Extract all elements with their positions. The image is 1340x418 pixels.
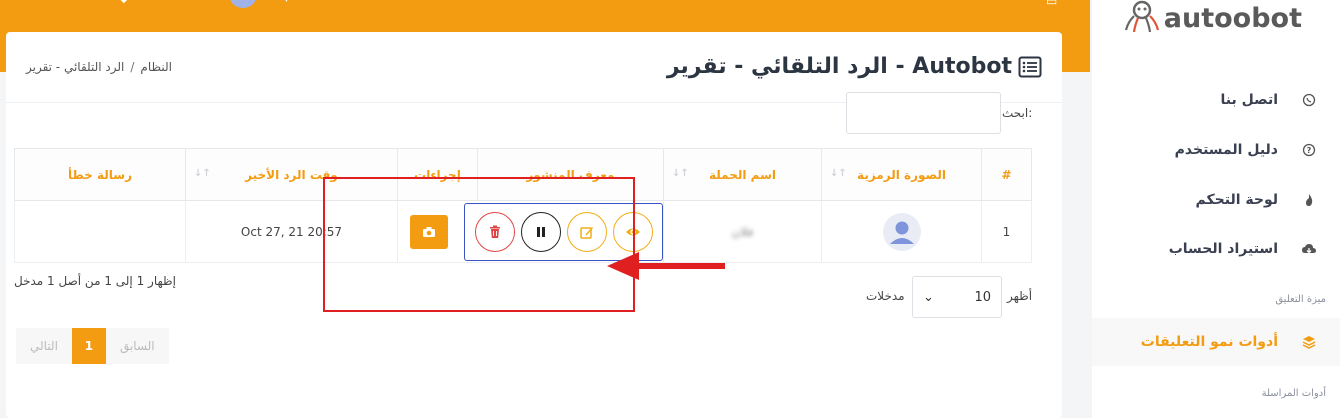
cell-avatar bbox=[821, 200, 982, 263]
sidebar: autoobot اتصل بنا ? دليل المستخدم لوحة ا… bbox=[1092, 0, 1340, 418]
page-size-label: أظهر bbox=[1007, 289, 1033, 303]
column-header-index[interactable]: # bbox=[981, 148, 1032, 201]
page-size-value: 10 bbox=[974, 289, 991, 305]
user-avatar-mini[interactable] bbox=[230, 0, 256, 8]
next-page-button[interactable]: التالي bbox=[16, 328, 72, 364]
sidebar-item-label: دليل المستخدم bbox=[1174, 142, 1278, 158]
user-avatar-icon bbox=[883, 213, 920, 250]
search-input[interactable] bbox=[846, 92, 1001, 134]
campaign-name: فلان bbox=[731, 224, 754, 239]
column-header-error: رسالة خطأ bbox=[14, 148, 186, 201]
brand-logo[interactable]: autoobot bbox=[1122, 0, 1302, 36]
cloud-download-icon bbox=[1300, 240, 1318, 258]
page-title-text: Autobot - الرد التلقائي - تقرير bbox=[666, 54, 1012, 79]
sort-icon[interactable]: ↑↓ bbox=[830, 168, 847, 179]
sidebar-item-label: لوحة التحكم bbox=[1195, 192, 1278, 208]
page-title: Autobot - الرد التلقائي - تقرير bbox=[667, 54, 1042, 79]
annotation-arrow-icon bbox=[607, 252, 725, 280]
page-button-current[interactable]: 1 bbox=[71, 328, 106, 364]
table-info: إظهار 1 إلى 1 من أصل 1 مدخل bbox=[14, 274, 176, 288]
sidebar-item-label: استيراد الحساب bbox=[1168, 241, 1278, 257]
cell-error bbox=[14, 200, 186, 263]
section-label-comments: ميزة التعليق bbox=[1275, 294, 1326, 305]
column-header-label: الصورة الرمزية bbox=[857, 167, 946, 182]
sidebar-item-import-account[interactable]: استيراد الحساب bbox=[1092, 229, 1340, 269]
sidebar-item-dashboard[interactable]: لوحة التحكم bbox=[1092, 180, 1340, 220]
notification-icon[interactable]: ▭ bbox=[1046, 0, 1057, 8]
sidebar-item-comment-growth-tools[interactable]: أدوات نمو التعليقات bbox=[1092, 318, 1340, 366]
octopus-logo-icon bbox=[1124, 0, 1159, 33]
help-circle-icon: ? bbox=[1300, 141, 1318, 159]
sidebar-item-contact[interactable]: اتصل بنا bbox=[1092, 80, 1340, 120]
menu-icon[interactable]: ◆ bbox=[120, 0, 128, 5]
highlight-annotation-box bbox=[323, 177, 635, 312]
breadcrumb: النظام / الرد التلقائي - تقرير bbox=[26, 60, 172, 74]
sidebar-item-label: أدوات نمو التعليقات bbox=[1140, 334, 1278, 350]
svg-text:?: ? bbox=[1307, 146, 1312, 155]
sidebar-item-user-guide[interactable]: ? دليل المستخدم bbox=[1092, 130, 1340, 170]
cell-index: 1 bbox=[981, 200, 1032, 263]
whatsapp-icon bbox=[1300, 91, 1318, 109]
flame-icon bbox=[1300, 191, 1318, 209]
sort-icon[interactable]: ↑↓ bbox=[672, 168, 689, 179]
layers-icon bbox=[1300, 333, 1318, 351]
dropdown-icon[interactable]: ▾ bbox=[284, 0, 298, 5]
column-header-campaign[interactable]: اسم الحملة ↑↓ bbox=[663, 148, 822, 201]
chevron-down-icon: ⌄ bbox=[923, 289, 934, 305]
column-header-label: اسم الحملة bbox=[709, 167, 776, 182]
search-label: ابحث: bbox=[1002, 106, 1033, 120]
sort-icon[interactable]: ↑↓ bbox=[194, 168, 211, 179]
breadcrumb-item-system[interactable]: النظام bbox=[140, 60, 172, 74]
breadcrumb-item-current: الرد التلقائي - تقرير bbox=[26, 60, 125, 74]
brand-name: autoobot bbox=[1163, 2, 1302, 34]
pagination: التالي 1 السابق bbox=[16, 328, 169, 364]
entries-label: مدخلات bbox=[866, 289, 905, 303]
user-avatar bbox=[882, 212, 921, 251]
prev-page-button[interactable]: السابق bbox=[106, 328, 169, 364]
breadcrumb-separator: / bbox=[130, 60, 135, 74]
section-label-messaging: أدوات المراسلة bbox=[1261, 388, 1326, 399]
list-icon bbox=[1018, 56, 1042, 77]
sidebar-item-label: اتصل بنا bbox=[1220, 92, 1278, 108]
column-header-avatar[interactable]: الصورة الرمزية ↑↓ bbox=[821, 148, 982, 201]
page-size-select[interactable]: ⌄ 10 bbox=[912, 276, 1002, 318]
